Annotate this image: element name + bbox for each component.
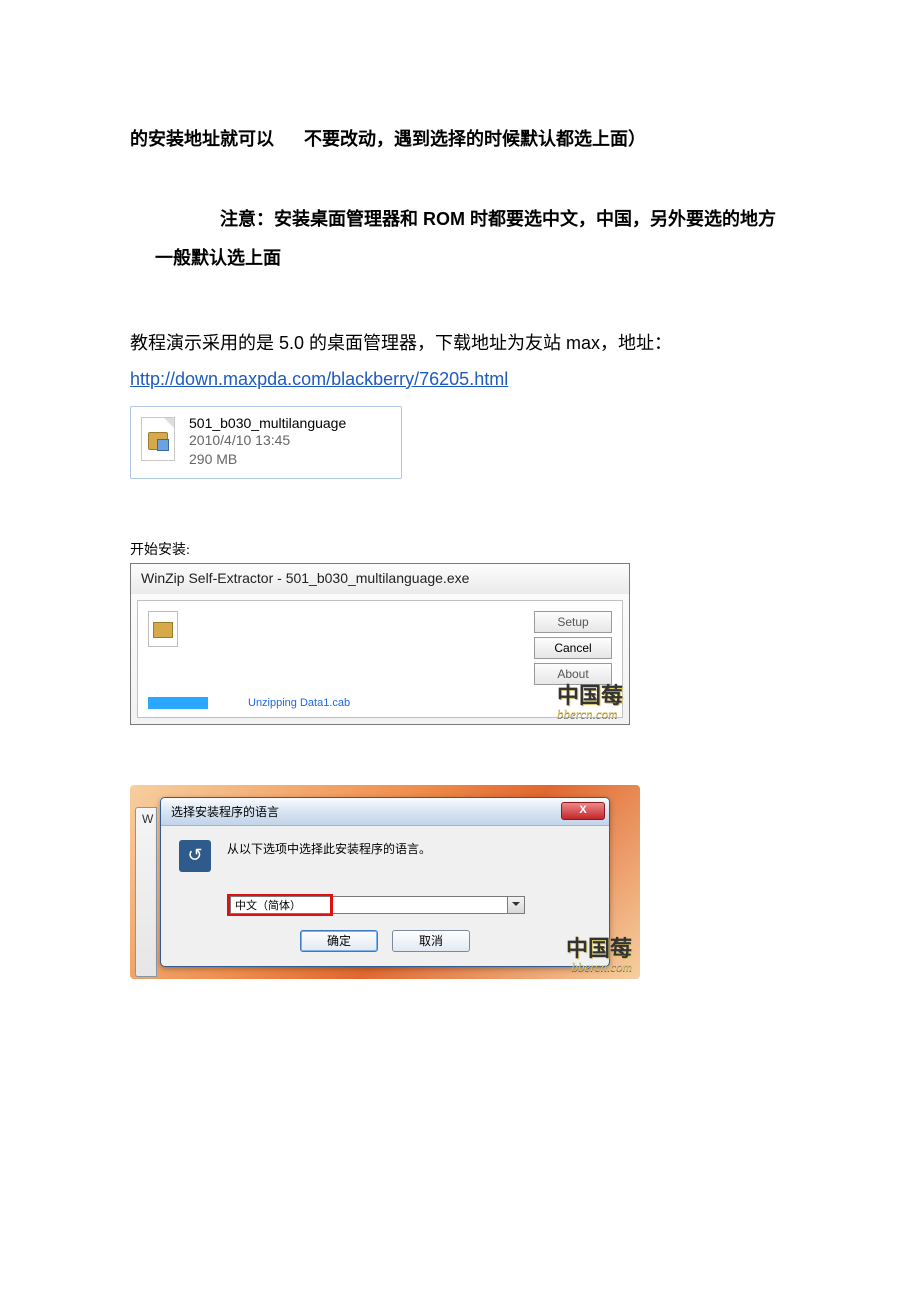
winzip-window: WinZip Self-Extractor - 501_b030_multila… [130, 563, 630, 725]
chevron-down-icon[interactable] [507, 897, 524, 913]
installer-icon [179, 840, 211, 872]
watermark-2: 中国莓 bbercn.com [566, 938, 632, 973]
file-size: 290 MB [189, 450, 346, 470]
p1-seg2: 不要改动，遇到选择的时候默认都选上面） [304, 129, 646, 149]
p2-seg1: 注意：安装桌面管理器和 ROM 时都要选中文，中国，另外要选的地方 [220, 209, 776, 229]
setup-button[interactable]: Setup [534, 611, 612, 633]
about-button[interactable]: About [534, 663, 612, 685]
archive-icon [148, 611, 178, 647]
cancel-button[interactable]: Cancel [534, 637, 612, 659]
download-link[interactable]: http://down.maxpda.com/blackberry/76205.… [130, 369, 508, 390]
language-select[interactable]: 中文（简体） [230, 896, 330, 914]
file-date: 2010/4/10 13:45 [189, 431, 346, 451]
watermark2-cn: 中国莓 [566, 936, 632, 961]
dialog-instruction: 从以下选项中选择此安装程序的语言。 [227, 840, 431, 857]
file-name: 501_b030_multilanguage [189, 415, 346, 431]
close-button[interactable]: X [561, 802, 605, 820]
dialog-title: 选择安装程序的语言 [171, 803, 279, 820]
watermark-en: bbercn.com [557, 706, 618, 721]
background-window-letter: W [142, 812, 153, 826]
background-window-edge: W [135, 807, 157, 977]
progress-status: Unzipping Data1.cab [248, 697, 350, 709]
p1-seg1: 的安装地址就可以 [130, 129, 274, 149]
winzip-title: WinZip Self-Extractor - 501_b030_multila… [131, 564, 629, 594]
watermark: 中国莓 bbercn.com [557, 685, 623, 720]
paragraph-1: 的安装地址就可以 不要改动，遇到选择的时候默认都选上面） [130, 120, 790, 160]
archive-file-icon [141, 417, 175, 461]
language-selected-value: 中文（简体） [235, 897, 301, 913]
cancel-button-dialog[interactable]: 取消 [392, 930, 470, 952]
caption-start-install: 开始安装: [130, 539, 790, 559]
paragraph-3: 教程演示采用的是 5.0 的桌面管理器，下载地址为友站 max，地址： [130, 325, 790, 361]
p2-seg2: 一般默认选上面 [155, 248, 281, 268]
language-dialog: 选择安装程序的语言 X 从以下选项中选择此安装程序的语言。 中文（简体） [160, 797, 610, 967]
paragraph-2: 注意：安装桌面管理器和 ROM 时都要选中文，中国，另外要选的地方 一般默认选上… [130, 200, 790, 279]
highlight-box: 中文（简体） [227, 894, 333, 916]
watermark-cn: 中国莓 [557, 683, 623, 708]
watermark2-en: bbercn.com [571, 959, 632, 974]
file-tile[interactable]: 501_b030_multilanguage 2010/4/10 13:45 2… [130, 406, 402, 479]
language-dialog-screenshot: W 选择安装程序的语言 X 从以下选项中选择此安装程序的语言。 中文（简体） [130, 785, 640, 979]
ok-button[interactable]: 确定 [300, 930, 378, 952]
language-select-ext[interactable] [333, 896, 525, 914]
